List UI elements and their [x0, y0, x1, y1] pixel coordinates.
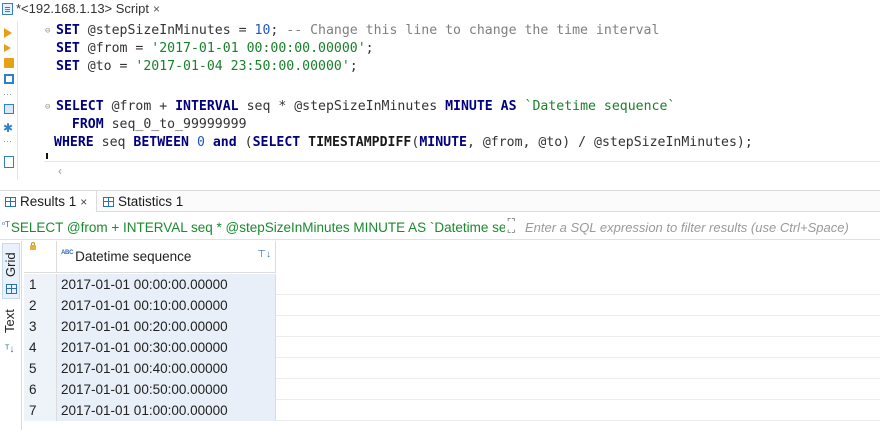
- code-line-6: FROM seq_0_to_99999999: [56, 117, 247, 132]
- tab-grid-label: Grid: [3, 252, 18, 278]
- scroll-left-icon[interactable]: ‹: [58, 164, 62, 178]
- tab-statistics-label: Statistics 1: [118, 194, 184, 209]
- grid-icon: [6, 284, 17, 294]
- explain-plan-icon[interactable]: [4, 74, 14, 84]
- row-number[interactable]: 3: [24, 316, 57, 337]
- code-line-5: SELECT @from + INTERVAL seq * @stepSizeI…: [56, 99, 676, 114]
- execute-new-tab-icon[interactable]: [4, 44, 11, 52]
- code-line-7: WHERE seq BETWEEN 0 and (SELECT TIMESTAM…: [54, 135, 753, 150]
- tab-results-1[interactable]: Results 1 ×: [0, 191, 97, 212]
- row-number[interactable]: 7: [24, 400, 57, 421]
- tab-text[interactable]: Text ᵀ↓: [2, 303, 20, 363]
- table-row[interactable]: 1 2017-01-01 00:00:00.00000: [24, 274, 880, 295]
- row-number[interactable]: 2: [24, 295, 57, 316]
- text-type-icon: ABC: [61, 249, 74, 256]
- code-line-3: SET @to = '2017-01-04 23:50:00.00000';: [56, 59, 358, 74]
- column-header-label: Datetime sequence: [75, 249, 192, 264]
- lock-icon: [30, 242, 36, 250]
- gear-icon[interactable]: ✱: [3, 122, 15, 134]
- row-number[interactable]: 5: [24, 358, 57, 379]
- fold-toggle-icon[interactable]: ⊖: [45, 22, 50, 40]
- tab-statistics-1[interactable]: Statistics 1: [98, 191, 188, 212]
- tab-text-label: Text: [2, 309, 17, 333]
- result-tabs: Results 1 × Statistics 1: [0, 190, 880, 212]
- execute-statement-icon[interactable]: [4, 28, 12, 38]
- datetime-cell[interactable]: 2017-01-01 00:50:00.00000: [57, 379, 276, 400]
- results-grid: ABC Datetime sequence ⊤↓ 1 2017-01-01 00:…: [24, 241, 880, 430]
- tab-grid[interactable]: Grid: [2, 243, 20, 299]
- horizontal-scrollbar[interactable]: ‹: [44, 161, 880, 179]
- filter-input[interactable]: Enter a SQL expression to filter results…: [525, 220, 849, 235]
- column-header-datetime-sequence[interactable]: ABC Datetime sequence ⊤↓: [57, 241, 276, 273]
- results-filter-bar: ᵒTSELECT @from + INTERVAL seq * @stepSiz…: [0, 216, 880, 240]
- datetime-cell[interactable]: 2017-01-01 01:00:00.00000: [57, 400, 276, 421]
- table-row[interactable]: 3 2017-01-01 00:20:00.00000: [24, 316, 880, 337]
- editor-toolbar: ⋯ ✱ ⋯: [0, 22, 18, 180]
- view-mode-tabs: Grid Text ᵀ↓: [0, 241, 22, 430]
- table-row[interactable]: 4 2017-01-01 00:30:00.00000: [24, 337, 880, 358]
- grid-icon: [5, 196, 16, 207]
- sort-filter-icon[interactable]: ⊤↓: [257, 249, 271, 260]
- text-icon: ᵀ↓: [5, 344, 15, 355]
- expand-icon[interactable]: ⌜⌝ ⌞⌟: [507, 218, 521, 234]
- query-text[interactable]: ᵒTSELECT @from + INTERVAL seq * @stepSiz…: [2, 220, 505, 235]
- toolbar-separator-icon: ⋯: [3, 89, 12, 99]
- row-number[interactable]: 1: [24, 274, 57, 295]
- datetime-cell[interactable]: 2017-01-01 00:00:00.00000: [57, 274, 276, 295]
- table-row[interactable]: 2 2017-01-01 00:10:00.00000: [24, 295, 880, 316]
- export-icon[interactable]: [4, 156, 14, 168]
- table-row[interactable]: 6 2017-01-01 00:50:00.00000: [24, 379, 880, 400]
- fold-toggle-icon[interactable]: ⊖: [45, 98, 50, 116]
- row-number[interactable]: 6: [24, 379, 57, 400]
- close-icon[interactable]: ×: [153, 2, 160, 16]
- row-number[interactable]: 4: [24, 337, 57, 358]
- table-row[interactable]: 7 2017-01-01 01:00:00.00000: [24, 400, 880, 421]
- datetime-cell[interactable]: 2017-01-01 00:20:00.00000: [57, 316, 276, 337]
- text-caret: [46, 153, 48, 159]
- code-line-1: SET @stepSizeInMinutes = 10; -- Change t…: [56, 23, 660, 38]
- toolbar-separator-icon: ⋯: [3, 136, 12, 146]
- tab-results-label: Results 1: [20, 194, 77, 209]
- execute-script-icon[interactable]: [4, 58, 14, 68]
- format-sql-icon[interactable]: [4, 104, 14, 114]
- script-icon: [2, 2, 13, 15]
- editor-tab-title: *<192.168.1.13> Script: [16, 1, 149, 16]
- close-icon[interactable]: ×: [80, 195, 87, 209]
- grid-icon: [103, 196, 114, 207]
- sql-code-editor[interactable]: ⊖ SET @stepSizeInMinutes = 10; -- Change…: [44, 22, 880, 159]
- editor-tab-script[interactable]: *<192.168.1.13> Script ×: [0, 0, 160, 17]
- datetime-cell[interactable]: 2017-01-01 00:10:00.00000: [57, 295, 276, 316]
- query-icon: ᵒT: [2, 220, 10, 229]
- grid-corner: [24, 241, 57, 273]
- code-line-2: SET @from = '2017-01-01 00:00:00.00000';: [56, 41, 374, 56]
- datetime-cell[interactable]: 2017-01-01 00:30:00.00000: [57, 337, 276, 358]
- table-row[interactable]: 5 2017-01-01 00:40:00.00000: [24, 358, 880, 379]
- datetime-cell[interactable]: 2017-01-01 00:40:00.00000: [57, 358, 276, 379]
